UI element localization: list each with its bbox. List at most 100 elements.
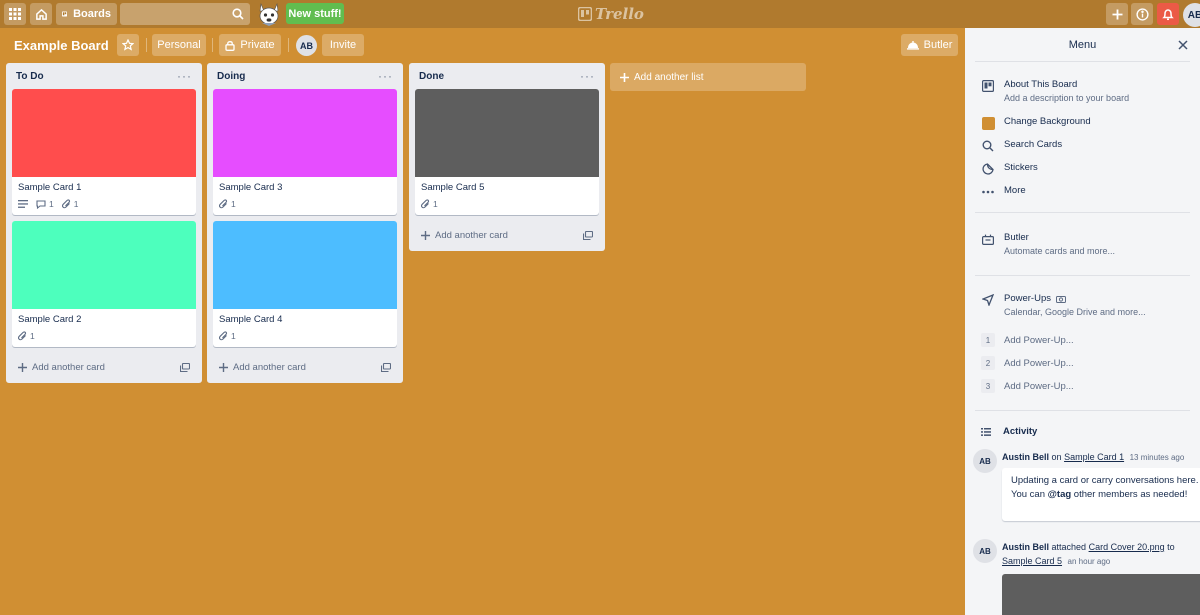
list-header[interactable]: To Do ···	[6, 63, 202, 89]
add-card-button[interactable]: Add another card	[12, 353, 196, 381]
taco-mascot-icon[interactable]	[255, 1, 283, 27]
card-badges: 1	[18, 331, 190, 341]
menu-butler[interactable]: Butler Automate cards and more...	[981, 232, 1115, 256]
camera-icon	[1056, 295, 1066, 303]
butler-subtitle: Automate cards and more...	[1004, 246, 1116, 256]
rocket-icon	[982, 294, 994, 306]
activity-entry-line2: Sample Card 5 an hour ago	[1002, 556, 1110, 566]
list-menu-icon[interactable]: ···	[177, 70, 192, 82]
activity-user[interactable]: Austin Bell	[1002, 542, 1049, 552]
add-card-button[interactable]: Add another card	[415, 221, 599, 249]
team-personal-button[interactable]: Personal	[152, 34, 206, 56]
new-stuff-button[interactable]: New stuff!	[286, 3, 344, 24]
boards-icon	[62, 11, 68, 17]
logo-text: Trello	[595, 5, 644, 23]
top-header: Boards New stuff! Trello AB	[0, 0, 1200, 28]
boards-button[interactable]: Boards	[56, 3, 117, 25]
activity-user[interactable]: Austin Bell	[1002, 452, 1049, 462]
power-ups-label: Power-Ups	[1004, 293, 1051, 304]
card[interactable]: Sample Card 5 1	[415, 89, 599, 215]
star-board-button[interactable]	[117, 34, 139, 56]
card-badges: 1	[421, 199, 593, 209]
power-ups-title: Power-Ups	[1004, 293, 1146, 304]
search-box[interactable]	[120, 3, 250, 25]
card[interactable]: Sample Card 3 1	[213, 89, 397, 215]
stickers-label: Stickers	[1004, 162, 1038, 173]
notifications-button[interactable]	[1157, 3, 1179, 25]
create-button[interactable]	[1106, 3, 1128, 25]
board-member-avatar[interactable]: AB	[296, 35, 317, 56]
list-0: To Do ··· Sample Card 1 1 1 Sample Card 2 1 Add…	[6, 63, 202, 383]
plus-icon	[18, 362, 27, 372]
card-cover	[213, 89, 397, 177]
power-up-slot-number: 3	[981, 379, 995, 393]
apps-grid-icon	[9, 8, 21, 20]
attachment-thumbnail[interactable]	[1002, 574, 1200, 615]
list-menu-icon[interactable]: ···	[378, 70, 393, 82]
boards-label: Boards	[73, 8, 111, 20]
private-label: Private	[240, 39, 275, 51]
activity-verb: attached	[1051, 542, 1087, 552]
add-power-up-slot[interactable]: 2 Add Power-Up...	[981, 356, 1074, 370]
visibility-private-button[interactable]: Private	[219, 34, 281, 56]
card-template-icon[interactable]	[381, 362, 391, 372]
menu-about-board[interactable]: About This Board Add a description to yo…	[981, 79, 1129, 103]
card-template-icon[interactable]	[180, 362, 190, 372]
user-avatar[interactable]: AB	[1183, 3, 1200, 27]
paperclip-icon	[61, 199, 70, 209]
card[interactable]: Sample Card 4 1	[213, 221, 397, 347]
activity-attachment-link[interactable]: Card Cover 20.png	[1089, 542, 1165, 552]
butler-button[interactable]: Butler	[901, 34, 958, 56]
list-title[interactable]: Doing	[217, 71, 245, 82]
search-input[interactable]	[120, 3, 230, 25]
card[interactable]: Sample Card 2 1	[12, 221, 196, 347]
list-menu-icon[interactable]: ···	[580, 70, 595, 82]
add-list-button[interactable]: Add another list	[610, 63, 806, 91]
add-power-up-slot[interactable]: 3 Add Power-Up...	[981, 379, 1074, 393]
activity-card-link[interactable]: Sample Card 1	[1064, 452, 1124, 462]
change-background-label: Change Background	[1004, 116, 1091, 127]
comment-icon	[36, 199, 46, 209]
add-card-button[interactable]: Add another card	[213, 353, 397, 381]
attachments-badge: 1	[421, 199, 438, 209]
list-title[interactable]: To Do	[16, 71, 44, 82]
board-title[interactable]: Example Board	[14, 38, 109, 53]
butler-label: Butler	[923, 39, 953, 51]
board-header-divider	[146, 38, 147, 52]
menu-divider	[975, 212, 1190, 213]
plus-icon	[421, 230, 430, 240]
menu-more[interactable]: More	[981, 185, 1026, 199]
card[interactable]: Sample Card 111	[12, 89, 196, 215]
activity-avatar[interactable]: AB	[973, 449, 997, 473]
card-template-icon[interactable]	[583, 230, 593, 240]
search-icon[interactable]	[232, 8, 244, 20]
list-title[interactable]: Done	[419, 71, 444, 82]
attachments-badge: 1	[219, 331, 236, 341]
activity-avatar[interactable]: AB	[973, 539, 997, 563]
menu-power-ups[interactable]: Power-Ups Calendar, Google Drive and mor…	[981, 293, 1146, 317]
activity-card-link[interactable]: Sample Card 5	[1002, 556, 1062, 566]
bell-icon	[1162, 8, 1174, 20]
activity-entry: Austin Bell attached Card Cover 20.png t…	[1002, 542, 1175, 552]
add-power-up-slot[interactable]: 1 Add Power-Up...	[981, 333, 1074, 347]
menu-stickers[interactable]: Stickers	[981, 162, 1038, 176]
description-badge	[18, 200, 28, 208]
activity-time[interactable]: an hour ago	[1068, 557, 1111, 566]
attachments-count: 1	[73, 199, 79, 209]
info-button[interactable]	[1131, 3, 1153, 25]
activity-time[interactable]: 13 minutes ago	[1130, 453, 1185, 462]
list-header[interactable]: Done ···	[409, 63, 605, 89]
board-header-divider	[288, 38, 289, 52]
home-button[interactable]	[30, 3, 52, 25]
trello-logo[interactable]: Trello	[578, 5, 644, 23]
menu-search-cards[interactable]: Search Cards	[981, 139, 1062, 153]
menu-change-background[interactable]: Change Background	[981, 116, 1091, 130]
card-body: Sample Card 2 1	[12, 309, 196, 347]
comments-count: 1	[49, 199, 54, 209]
close-icon[interactable]	[1176, 38, 1190, 52]
card-cover	[12, 89, 196, 177]
card-body: Sample Card 5 1	[415, 177, 599, 215]
list-header[interactable]: Doing ···	[207, 63, 403, 89]
invite-button[interactable]: Invite	[322, 34, 364, 56]
apps-button[interactable]	[4, 3, 26, 25]
